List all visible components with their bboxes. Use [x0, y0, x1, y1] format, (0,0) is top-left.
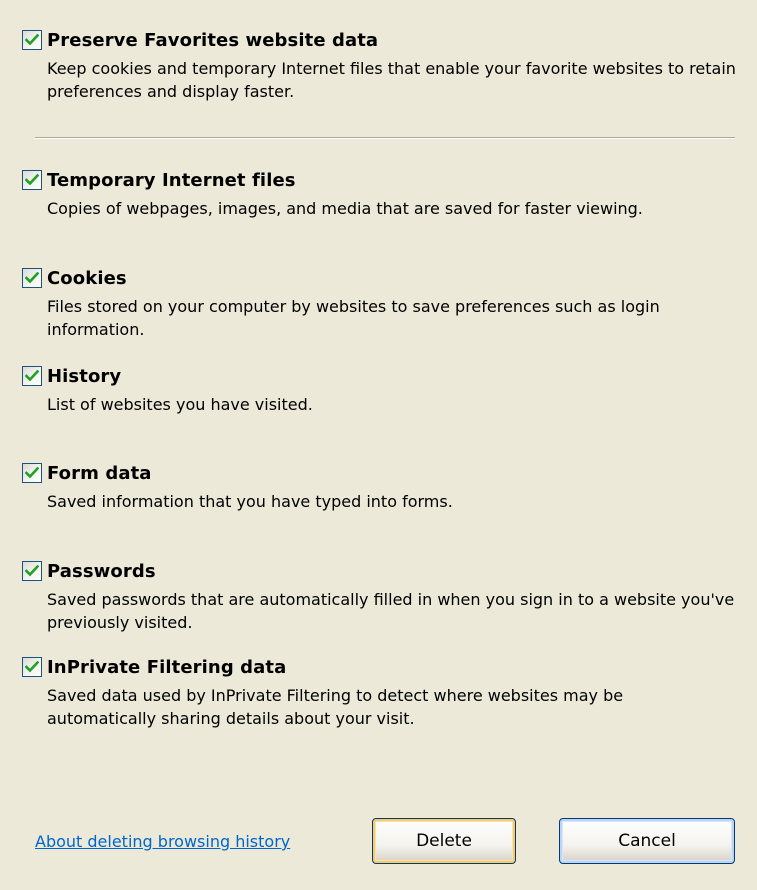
option-title[interactable]: InPrivate Filtering data: [47, 657, 286, 678]
option-passwords: Passwords Saved passwords that are autom…: [22, 559, 737, 634]
option-description: Saved data used by InPrivate Filtering t…: [47, 686, 624, 728]
option-description: Keep cookies and temporary Internet file…: [47, 59, 736, 101]
option-preserve-favorites: Preserve Favorites website data Keep coo…: [22, 28, 737, 103]
option-title[interactable]: Cookies: [47, 268, 127, 289]
option-header: Preserve Favorites website data: [22, 28, 737, 52]
option-title[interactable]: Form data: [47, 463, 152, 484]
delete-button[interactable]: Delete: [372, 818, 516, 864]
option-title[interactable]: Preserve Favorites website data: [47, 30, 378, 51]
preserve-favorites-checkbox[interactable]: [22, 30, 42, 50]
option-header: Passwords: [22, 559, 737, 583]
checkmark-icon: [25, 174, 39, 186]
option-title[interactable]: Temporary Internet files: [47, 170, 296, 191]
option-description: Copies of webpages, images, and media th…: [47, 199, 643, 218]
option-temporary-internet-files: Temporary Internet files Copies of webpa…: [22, 168, 737, 220]
inprivate-filtering-data-checkbox[interactable]: [22, 657, 42, 677]
checkmark-icon: [25, 34, 39, 46]
option-description: List of websites you have visited.: [47, 395, 313, 414]
delete-browsing-history-dialog: Preserve Favorites website data Keep coo…: [0, 0, 757, 890]
about-deleting-browsing-history-link[interactable]: About deleting browsing history: [35, 832, 290, 851]
option-form-data: Form data Saved information that you hav…: [22, 461, 737, 513]
temporary-internet-files-checkbox[interactable]: [22, 170, 42, 190]
passwords-checkbox[interactable]: [22, 561, 42, 581]
option-description: Saved passwords that are automatically f…: [47, 590, 735, 632]
option-header: Cookies: [22, 266, 737, 290]
checkmark-icon: [25, 370, 39, 382]
option-title[interactable]: History: [47, 366, 121, 387]
option-description: Files stored on your computer by website…: [47, 297, 660, 339]
option-header: History: [22, 364, 737, 388]
option-title[interactable]: Passwords: [47, 561, 156, 582]
checkmark-icon: [25, 661, 39, 673]
option-description: Saved information that you have typed in…: [47, 492, 453, 511]
option-history: History List of websites you have visite…: [22, 364, 737, 416]
checkmark-icon: [25, 565, 39, 577]
cancel-button[interactable]: Cancel: [559, 818, 735, 864]
option-cookies: Cookies Files stored on your computer by…: [22, 266, 737, 341]
option-inprivate-filtering-data: InPrivate Filtering data Saved data used…: [22, 655, 737, 730]
checkmark-icon: [25, 467, 39, 479]
cookies-checkbox[interactable]: [22, 268, 42, 288]
separator-line: [35, 137, 735, 139]
option-header: Temporary Internet files: [22, 168, 737, 192]
checkmark-icon: [25, 272, 39, 284]
option-header: InPrivate Filtering data: [22, 655, 737, 679]
option-header: Form data: [22, 461, 737, 485]
history-checkbox[interactable]: [22, 366, 42, 386]
form-data-checkbox[interactable]: [22, 463, 42, 483]
